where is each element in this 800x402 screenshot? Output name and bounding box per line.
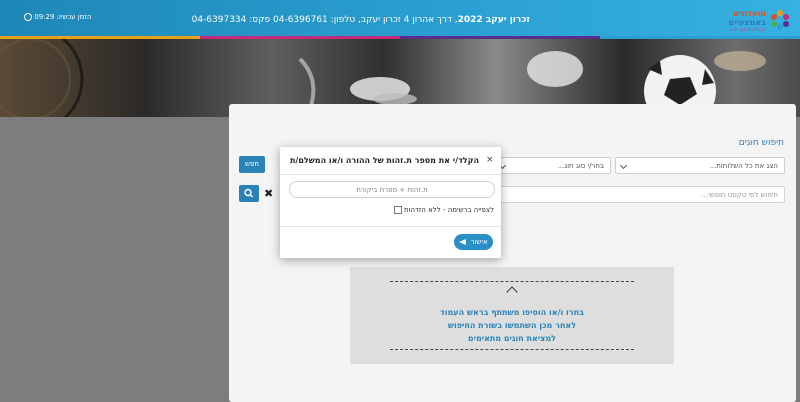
chevron-down-icon	[619, 161, 628, 170]
current-time: הזמן עכשיו: 09:29	[20, 13, 91, 21]
clock-icon	[24, 13, 32, 21]
logo-dots-icon	[770, 10, 790, 30]
modal-title: הקלד/י את מספר ת.זהות של ההורה ו/או המשל…	[289, 156, 479, 165]
center-address: , דרך אהרון 4 זכרון יעקב, טלפון: 04-6396…	[191, 15, 458, 25]
free-text-placeholder: חיפוש לפי טקסט חופשי...	[701, 191, 778, 199]
browse-without-login-row[interactable]: לצפייה ברשימה - ללא הזדהות	[391, 206, 494, 214]
clock-time: 09:29	[34, 13, 55, 21]
instructions-line-1: בחרו ו/או הוסיפו משתתף בראש העמוד	[440, 308, 584, 317]
browse-label: לצפייה ברשימה - ללא הזדהות	[403, 206, 494, 214]
show-button[interactable]: חפש	[239, 156, 265, 173]
id-number-input[interactable]: ת.זהות + ספרת ביקורת	[289, 181, 495, 198]
id-number-placeholder: ת.זהות + ספרת ביקורת	[356, 186, 428, 194]
chevron-up-icon	[506, 286, 518, 298]
id-login-modal: הקלד/י את מספר ת.זהות של ההורה ו/או המשל…	[280, 147, 501, 258]
logo-line-3: פעילויות חברתיות	[729, 27, 766, 33]
send-icon	[459, 239, 467, 245]
center-name: זכרון יעקב 2022	[457, 15, 530, 25]
instructions-box: בחרו ו/או הוסיפו משתתף בראש העמוד לאחר מ…	[350, 267, 674, 364]
logo-line-1: מועדונים	[733, 9, 766, 18]
instructions-line-3: למציאת חוגים מתאימים	[468, 334, 556, 343]
clock-label: הזמן עכשיו:	[56, 13, 92, 21]
instructions-line-2: לאחר מכן השתמשו בשורת החיפוש	[447, 321, 577, 330]
search-button[interactable]	[239, 185, 259, 202]
logo-text: מועדונים באמצעיים פעילויות חברתיות	[729, 9, 766, 33]
class-type-select[interactable]: בחר/י סוג חוג...	[494, 157, 611, 174]
close-icon[interactable]: ×	[486, 155, 494, 165]
branch-select-value: הצג את כל השלוחות...	[709, 162, 778, 170]
free-text-search-input[interactable]: חיפוש לפי טקסט חופשי...	[494, 186, 785, 203]
confirm-button[interactable]: אישור	[454, 234, 493, 250]
logo-line-2: באמצעיים	[728, 18, 766, 27]
instructions-text: בחרו ו/או הוסיפו משתתף בראש העמוד לאחר מ…	[390, 306, 634, 345]
instructions-frame: בחרו ו/או הוסיפו משתתף בראש העמוד לאחר מ…	[390, 281, 634, 350]
browse-without-login-checkbox[interactable]	[393, 206, 402, 214]
clear-search-icon[interactable]: ✖	[264, 187, 273, 200]
confirm-label: אישור	[470, 238, 488, 246]
site-logo[interactable]: מועדונים באמצעיים פעילויות חברתיות	[702, 7, 790, 33]
center-contact-info: זכרון יעקב 2022, דרך אהרון 4 זכרון יעקב,…	[192, 15, 530, 25]
site-header: מועדונים באמצעיים פעילויות חברתיות זכרון…	[0, 0, 800, 38]
branch-select[interactable]: הצג את כל השלוחות...	[615, 157, 785, 174]
class-type-select-value: בחר/י סוג חוג...	[557, 162, 604, 170]
search-icon	[244, 188, 253, 198]
search-title: חיפוש חוגים	[738, 138, 784, 148]
modal-footer-divider	[280, 226, 501, 227]
modal-divider	[280, 174, 501, 175]
